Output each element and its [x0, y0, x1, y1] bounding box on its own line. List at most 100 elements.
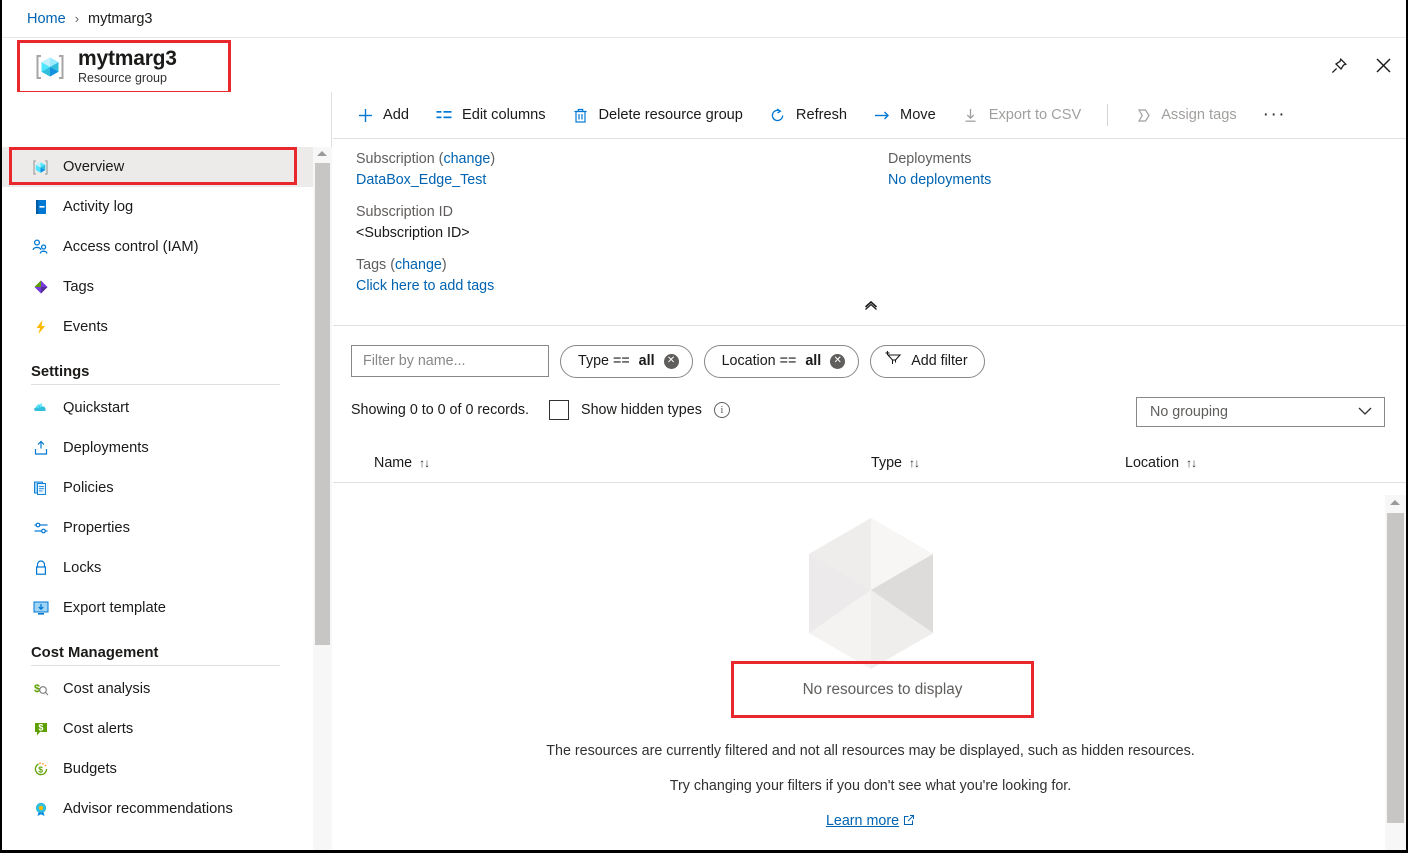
scrollbar-thumb[interactable] [315, 163, 330, 645]
policies-documents-icon [31, 479, 50, 498]
toolbar-label: Edit columns [461, 107, 546, 123]
deployments-value-link[interactable]: No deployments [888, 170, 991, 191]
subscription-id-label: Subscription ID [356, 204, 453, 220]
filter-by-name-input[interactable]: Filter by name... [351, 345, 549, 377]
sidebar-item-label: Export template [63, 600, 166, 616]
window-left-border [0, 0, 2, 853]
filter-pill-type[interactable]: Type == all ✕ [560, 344, 693, 378]
page-title: mytmarg3 [78, 46, 177, 70]
sidebar-item-access-control[interactable]: Access control (IAM) [0, 227, 313, 267]
sidebar-item-quickstart[interactable]: Quickstart [0, 388, 313, 428]
sidebar-item-label: Locks [63, 560, 102, 576]
edit-columns-icon [435, 106, 453, 124]
add-button[interactable]: Add [356, 106, 409, 124]
column-label: Type [871, 455, 902, 471]
command-toolbar: Add Edit columns Delete resource group R… [333, 92, 1408, 139]
essentials-column-right: Deployments No deployments [888, 149, 991, 191]
cost-alerts-icon: $ [31, 720, 50, 739]
scrollbar-thumb[interactable] [1387, 513, 1404, 823]
column-header-type[interactable]: Type ↑↓ [871, 455, 920, 471]
main-scrollbar[interactable] [1385, 495, 1406, 853]
sidebar-item-cost-alerts[interactable]: $ Cost alerts [0, 709, 313, 749]
sidebar-item-label: Deployments [63, 440, 149, 456]
grouping-select[interactable]: No grouping [1136, 397, 1385, 427]
column-header-location[interactable]: Location ↑↓ [1125, 455, 1197, 471]
external-link-icon [903, 813, 915, 829]
sort-updown-icon: ↑↓ [1186, 456, 1197, 470]
deployments-upload-icon [31, 439, 50, 458]
resource-group-cube-icon [33, 50, 67, 84]
sidebar-item-locks[interactable]: Locks [0, 548, 313, 588]
tags-label: Tags [356, 257, 387, 273]
remove-filter-icon[interactable]: ✕ [830, 353, 846, 369]
add-tags-link[interactable]: Click here to add tags [356, 276, 495, 297]
sidebar-item-label: Events [63, 319, 108, 335]
sidebar-item-advisor-recommendations[interactable]: Advisor recommendations [0, 789, 313, 829]
pin-icon[interactable] [1326, 53, 1352, 79]
advisor-recommendations-icon [31, 800, 50, 819]
access-control-icon [31, 238, 50, 257]
sort-updown-icon: ↑↓ [419, 456, 430, 470]
sidebar-item-label: Cost analysis [63, 681, 151, 697]
sidebar-nav-list: Overview Activity log Access control (IA… [0, 147, 313, 853]
sidebar-item-cost-analysis[interactable]: $ Cost analysis [0, 669, 313, 709]
quickstart-cloud-icon [31, 399, 50, 418]
svg-text:$: $ [38, 723, 43, 733]
sidebar-group-divider [31, 665, 280, 666]
refresh-button[interactable]: Refresh [769, 106, 847, 124]
toolbar-overflow-button[interactable]: ··· [1263, 105, 1286, 124]
subscription-label-row: Subscription (change) [356, 151, 496, 167]
sidebar-item-tags[interactable]: Tags [0, 267, 313, 307]
sidebar-item-properties[interactable]: Properties [0, 508, 313, 548]
sidebar-item-deployments[interactable]: Deployments [0, 428, 313, 468]
add-filter-label: Add filter [911, 353, 968, 369]
subscription-label: Subscription [356, 151, 435, 167]
export-to-csv-button[interactable]: Export to CSV [962, 106, 1081, 124]
tags-change-link[interactable]: change [395, 257, 442, 273]
assign-tags-button[interactable]: Assign tags [1134, 106, 1237, 124]
sidebar-item-activity-log[interactable]: Activity log [0, 187, 313, 227]
essentials-panel: Subscription (change) DataBox_Edge_Test … [333, 139, 1408, 328]
subscription-change-link[interactable]: change [443, 151, 490, 167]
remove-filter-icon[interactable]: ✕ [663, 353, 679, 369]
showing-records-text: Showing 0 to 0 of 0 records. [351, 402, 530, 418]
tags-label-row: Tags (change) [356, 257, 447, 273]
filter-pill-location[interactable]: Location == all ✕ [703, 344, 860, 378]
sidebar-item-export-template[interactable]: Export template [0, 588, 313, 628]
toolbar-label: Assign tags [1161, 107, 1237, 123]
scroll-up-arrow-icon[interactable] [1390, 500, 1400, 505]
learn-more-link[interactable]: Learn more [826, 813, 899, 829]
sidebar-item-policies[interactable]: Policies [0, 468, 313, 508]
show-hidden-types-toggle[interactable]: Show hidden types i [549, 400, 730, 420]
sidebar-item-label: Tags [63, 279, 95, 295]
add-filter-button[interactable]: Add filter [870, 344, 985, 378]
column-header-name[interactable]: Name ↑↓ [374, 455, 430, 471]
essentials-collapse-chevron-icon[interactable] [333, 299, 1408, 314]
sidebar-item-overview[interactable]: Overview [0, 147, 313, 187]
resource-group-cube-icon [31, 158, 50, 177]
azure-portal-resource-group-blade: Home › mytmarg3 mytmarg3 Resource group … [0, 0, 1408, 853]
show-hidden-types-checkbox[interactable] [549, 400, 570, 420]
deployments-label: Deployments [888, 151, 972, 167]
subscription-value-link[interactable]: DataBox_Edge_Test [356, 170, 495, 191]
scroll-up-arrow-icon[interactable] [317, 151, 327, 156]
sidebar-scrollbar[interactable] [313, 147, 332, 853]
page-subtitle: Resource group [78, 71, 167, 86]
sidebar-item-budgets[interactable]: $ Budgets [0, 749, 313, 789]
move-button[interactable]: Move [873, 106, 936, 124]
arrow-right-icon [873, 106, 891, 124]
breadcrumb-home-link[interactable]: Home [27, 11, 66, 27]
column-label: Location [1125, 455, 1180, 471]
plus-icon [356, 106, 374, 124]
svg-text:$: $ [34, 683, 40, 695]
info-icon[interactable]: i [713, 402, 730, 418]
edit-columns-button[interactable]: Edit columns [435, 106, 546, 124]
lock-icon [31, 559, 50, 578]
sidebar-item-label: Cost alerts [63, 721, 134, 737]
close-icon[interactable] [1370, 53, 1396, 79]
breadcrumb: Home › mytmarg3 [0, 0, 1408, 37]
delete-resource-group-button[interactable]: Delete resource group [572, 106, 743, 124]
toolbar-divider [1107, 104, 1109, 126]
sidebar-item-events[interactable]: Events [0, 307, 313, 347]
learn-more-row: Learn more [333, 813, 1408, 829]
